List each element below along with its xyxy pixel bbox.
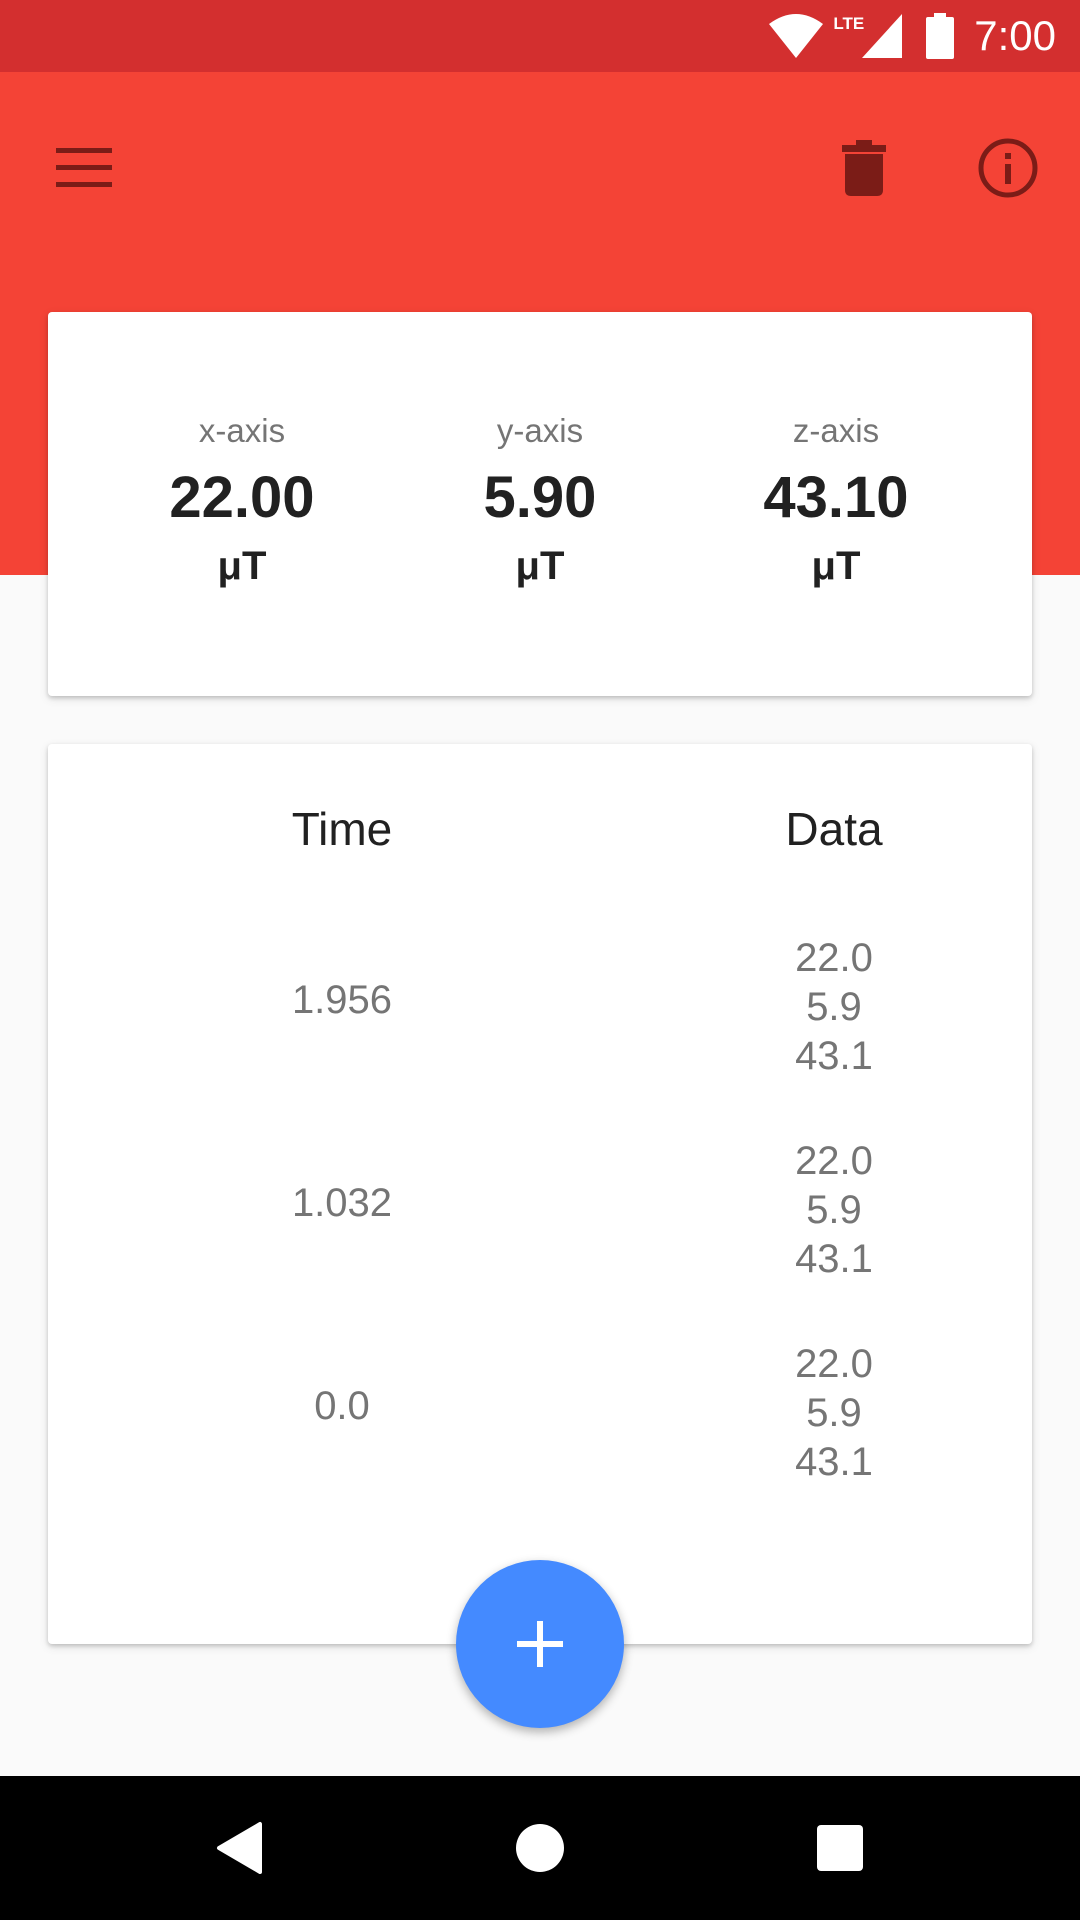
home-button[interactable] bbox=[460, 1776, 620, 1920]
row-y-value: 5.9 bbox=[806, 1188, 862, 1232]
trash-icon bbox=[842, 140, 886, 196]
row-data: 22.0 5.9 43.1 bbox=[654, 1340, 1014, 1487]
row-data: 22.0 5.9 43.1 bbox=[654, 1137, 1014, 1284]
row-time: 1.032 bbox=[291, 1181, 393, 1225]
home-icon bbox=[516, 1824, 564, 1872]
z-axis-unit: μT bbox=[811, 544, 861, 588]
z-axis-label: z-axis bbox=[792, 412, 880, 449]
table-row: 1.032 22.0 5.9 43.1 bbox=[48, 1123, 1032, 1283]
x-axis-unit: μT bbox=[217, 544, 267, 588]
battery-icon bbox=[926, 13, 955, 59]
x-axis-label: x-axis bbox=[198, 412, 286, 449]
row-y-value: 5.9 bbox=[806, 1391, 862, 1435]
row-data: 22.0 5.9 43.1 bbox=[654, 934, 1014, 1081]
wifi-icon bbox=[769, 14, 824, 58]
clock: 7:00 bbox=[974, 12, 1056, 59]
z-axis-value: 43.10 bbox=[763, 465, 909, 530]
back-icon bbox=[217, 1822, 262, 1874]
back-button[interactable] bbox=[160, 1776, 320, 1920]
row-y-value: 5.9 bbox=[806, 985, 862, 1029]
sensor-card: x-axis 22.00 μT y-axis 5.90 μT z-axis 43… bbox=[48, 312, 1032, 696]
row-z-value: 43.1 bbox=[795, 1034, 873, 1078]
status-icons: LTE 7:00 bbox=[769, 0, 1056, 72]
recents-icon bbox=[817, 1825, 863, 1871]
y-axis-unit: μT bbox=[515, 544, 565, 588]
data-column-header: Data bbox=[785, 803, 883, 855]
table-row: 1.956 22.0 5.9 43.1 bbox=[48, 920, 1032, 1080]
cell-signal-icon bbox=[862, 14, 903, 58]
recents-button[interactable] bbox=[760, 1776, 920, 1920]
row-x-value: 22.0 bbox=[795, 1342, 873, 1386]
row-z-value: 43.1 bbox=[795, 1440, 873, 1484]
delete-button[interactable] bbox=[816, 116, 912, 220]
row-time: 0.0 bbox=[314, 1384, 370, 1428]
y-axis-label: y-axis bbox=[496, 412, 584, 449]
add-button[interactable] bbox=[456, 1560, 624, 1728]
info-icon bbox=[978, 138, 1038, 198]
row-z-value: 43.1 bbox=[795, 1237, 873, 1281]
menu-icon bbox=[56, 148, 112, 187]
menu-button[interactable] bbox=[36, 120, 132, 216]
status-bar: LTE 7:00 bbox=[0, 0, 1080, 72]
time-column-header: Time bbox=[291, 803, 393, 855]
x-axis-value: 22.00 bbox=[169, 465, 315, 530]
navigation-bar bbox=[0, 1776, 1080, 1920]
table-row: 0.0 22.0 5.9 43.1 bbox=[48, 1326, 1032, 1486]
lte-label: LTE bbox=[833, 14, 865, 33]
row-x-value: 22.0 bbox=[795, 936, 873, 980]
y-axis-value: 5.90 bbox=[483, 465, 597, 530]
data-log-card: Time Data 1.956 22.0 5.9 43.1 1.032 22.0… bbox=[48, 744, 1032, 1644]
info-button[interactable] bbox=[960, 116, 1056, 220]
row-time: 1.956 bbox=[291, 978, 393, 1022]
row-x-value: 22.0 bbox=[795, 1139, 873, 1183]
plus-icon bbox=[517, 1621, 563, 1667]
